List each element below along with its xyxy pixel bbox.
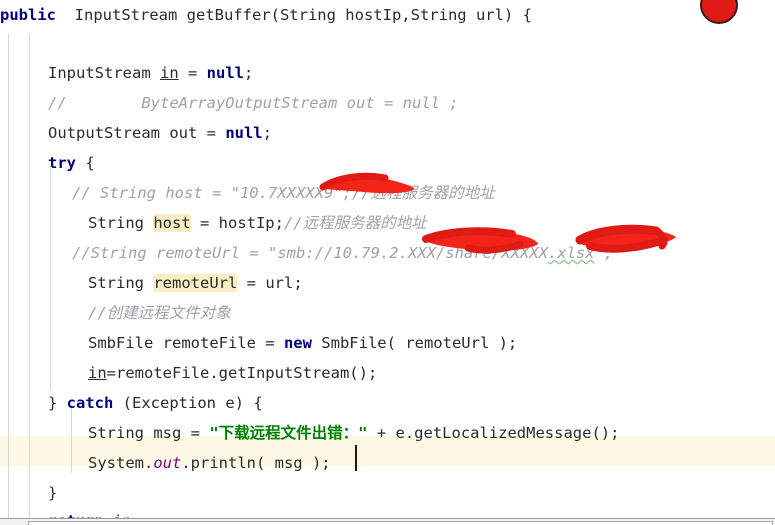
code-line[interactable]: // ByteArrayOutputStream out = null ; <box>0 88 459 118</box>
smb-host-redaction <box>420 226 565 262</box>
code-editor[interactable]: public InputStream getBuffer(String host… <box>0 0 775 525</box>
code-token: OutputStream out = <box>48 124 226 142</box>
code-token: (Exception e) { <box>113 394 263 412</box>
code-token: public <box>0 6 56 24</box>
code-token: + e.getLocalizedMessage(); <box>367 424 620 442</box>
code-token: in <box>88 364 107 382</box>
smb-filename-redaction <box>572 224 692 264</box>
code-token: SmbFile( remoteUrl ); <box>311 334 518 352</box>
code-token: { <box>76 154 95 172</box>
code-line[interactable]: OutputStream out = null; <box>0 118 272 148</box>
code-token: // String host = "10.7XXXXX9";//远程服务器的地址 <box>72 184 495 202</box>
code-line[interactable]: public InputStream getBuffer(String host… <box>0 0 532 30</box>
text-caret <box>355 445 357 471</box>
code-token: catch <box>66 394 114 412</box>
code-line[interactable]: String msg = "下载远程文件出错：" + e.getLocalize… <box>0 418 619 448</box>
code-token: InputStream <box>48 64 160 82</box>
code-token: } <box>48 484 58 502</box>
ip-address-redaction <box>315 168 425 198</box>
code-line[interactable]: System.out.println( msg ); <box>0 448 331 478</box>
code-token: //远程服务器的地址 <box>283 214 427 232</box>
code-token: null <box>225 124 263 142</box>
code-line[interactable]: String remoteUrl = url; <box>0 268 303 298</box>
code-token: "下载远程文件出错：" <box>209 424 368 442</box>
code-line[interactable]: //创建远程文件对象 <box>0 298 231 328</box>
code-token: ; <box>243 64 254 82</box>
code-token: String <box>88 274 154 292</box>
code-token: =remoteFile.getInputStream(); <box>106 364 378 382</box>
code-token: } <box>48 394 67 412</box>
code-line[interactable]: } <box>0 478 57 508</box>
code-token: new <box>283 334 312 352</box>
code-token: = hostIp; <box>190 214 284 232</box>
code-token: = <box>178 64 207 82</box>
code-token: String <box>88 214 154 232</box>
code-token: InputStream getBuffer(String hostIp,Stri… <box>74 6 532 24</box>
code-line[interactable]: try { <box>0 148 95 178</box>
bottom-panel-content <box>28 521 773 525</box>
code-token: SmbFile remoteFile = <box>88 334 284 352</box>
code-token: //创建远程文件对象 <box>88 304 231 322</box>
code-token: try <box>48 154 76 172</box>
code-token: host <box>153 214 191 232</box>
code-token: remoteUrl <box>153 274 238 292</box>
code-line[interactable]: SmbFile remoteFile = new SmbFile( remote… <box>0 328 517 358</box>
code-token: ; <box>262 124 272 142</box>
code-token: in <box>159 64 179 82</box>
code-token: String msg = <box>88 424 210 442</box>
code-line[interactable]: } catch (Exception e) { <box>0 388 263 418</box>
code-line[interactable]: String host = hostIp;//远程服务器的地址 <box>0 208 427 238</box>
code-line[interactable]: InputStream in = null; <box>0 58 253 88</box>
code-line[interactable]: in=remoteFile.getInputStream(); <box>0 358 377 388</box>
code-token: = url; <box>237 274 303 292</box>
code-token: System. <box>88 454 154 472</box>
code-token: null <box>206 64 244 82</box>
code-token: // ByteArrayOutputStream out = null ; <box>48 94 459 112</box>
code-token: .println( msg ); <box>181 454 331 472</box>
code-token: out <box>153 454 182 472</box>
